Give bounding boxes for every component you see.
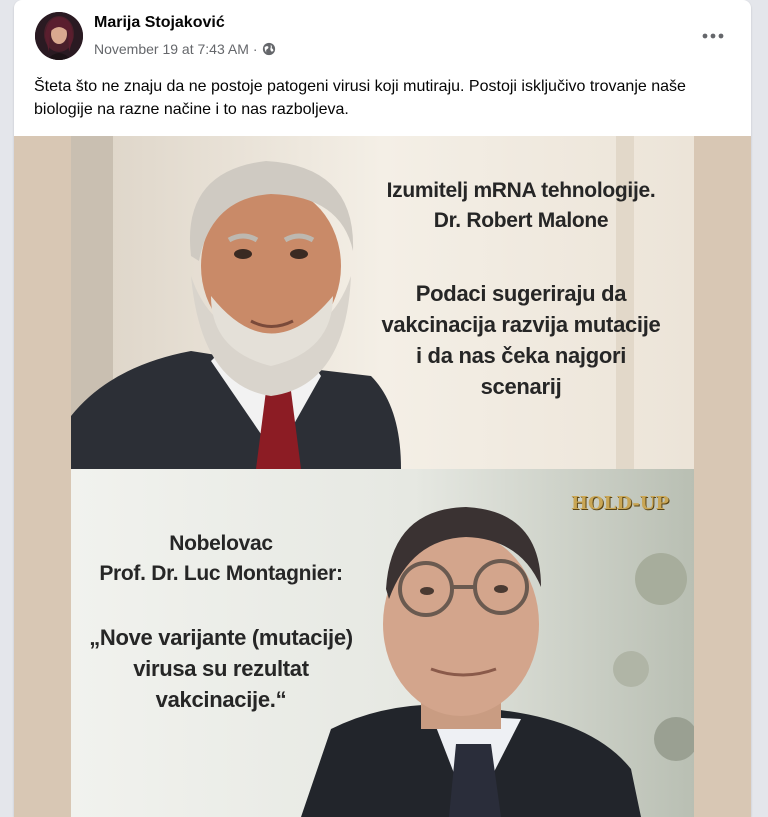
top-quote-line: Podaci sugeriraju da: [415, 281, 627, 306]
globe-icon[interactable]: [262, 42, 276, 56]
bottom-name-line: Prof. Dr. Luc Montagnier:: [99, 562, 343, 585]
post-header: Marija Stojaković November 19 at 7:43 AM…: [14, 0, 751, 70]
top-quote-line: scenarij: [480, 374, 562, 399]
holdup-watermark: HOLD-UP: [571, 493, 669, 514]
top-quote-line: i da nas čeka najgori: [415, 343, 627, 368]
feed-post: Marija Stojaković November 19 at 7:43 AM…: [14, 0, 751, 817]
avatar-portrait: [35, 12, 83, 60]
more-options-icon[interactable]: [697, 20, 729, 52]
top-quote-block: Podaci sugeriraju da vakcinacija razvija…: [351, 278, 691, 402]
meta-separator: ·: [252, 41, 258, 57]
bottom-quote-line: vakcinacije.“: [155, 687, 287, 712]
post-image[interactable]: Izumitelj mRNA tehnologije. Dr. Robert M…: [14, 136, 751, 817]
top-title-block: Izumitelj mRNA tehnologije. Dr. Robert M…: [351, 176, 691, 236]
post-caption: Šteta što ne znaju da ne postoje patogen…: [34, 78, 686, 118]
top-title-line: Izumitelj mRNA tehnologije.: [386, 179, 656, 202]
post-timestamp[interactable]: November 19 at 7:43 AM: [94, 41, 249, 57]
top-name-line: Dr. Robert Malone: [433, 209, 609, 232]
post-meta: November 19 at 7:43 AM ·: [94, 41, 276, 57]
author-avatar[interactable]: [35, 12, 83, 60]
bottom-quote-block: „Nove varijante (mutacije) virusa su rez…: [71, 622, 371, 715]
bottom-quote-line: virusa su rezultat: [133, 656, 309, 681]
author-name[interactable]: Marija Stojaković: [94, 14, 225, 32]
bottom-title-block: Nobelovac Prof. Dr. Luc Montagnier:: [71, 529, 371, 589]
meme-panel-bottom: HOLD-UP Nobelovac Prof. Dr. Luc Montagni…: [71, 469, 694, 817]
bottom-quote-line: „Nove varijante (mutacije): [89, 625, 353, 650]
top-quote-line: vakcinacija razvija mutacije: [381, 312, 661, 337]
meme-panel-top: Izumitelj mRNA tehnologije. Dr. Robert M…: [71, 136, 694, 469]
bottom-title-line: Nobelovac: [169, 532, 273, 555]
